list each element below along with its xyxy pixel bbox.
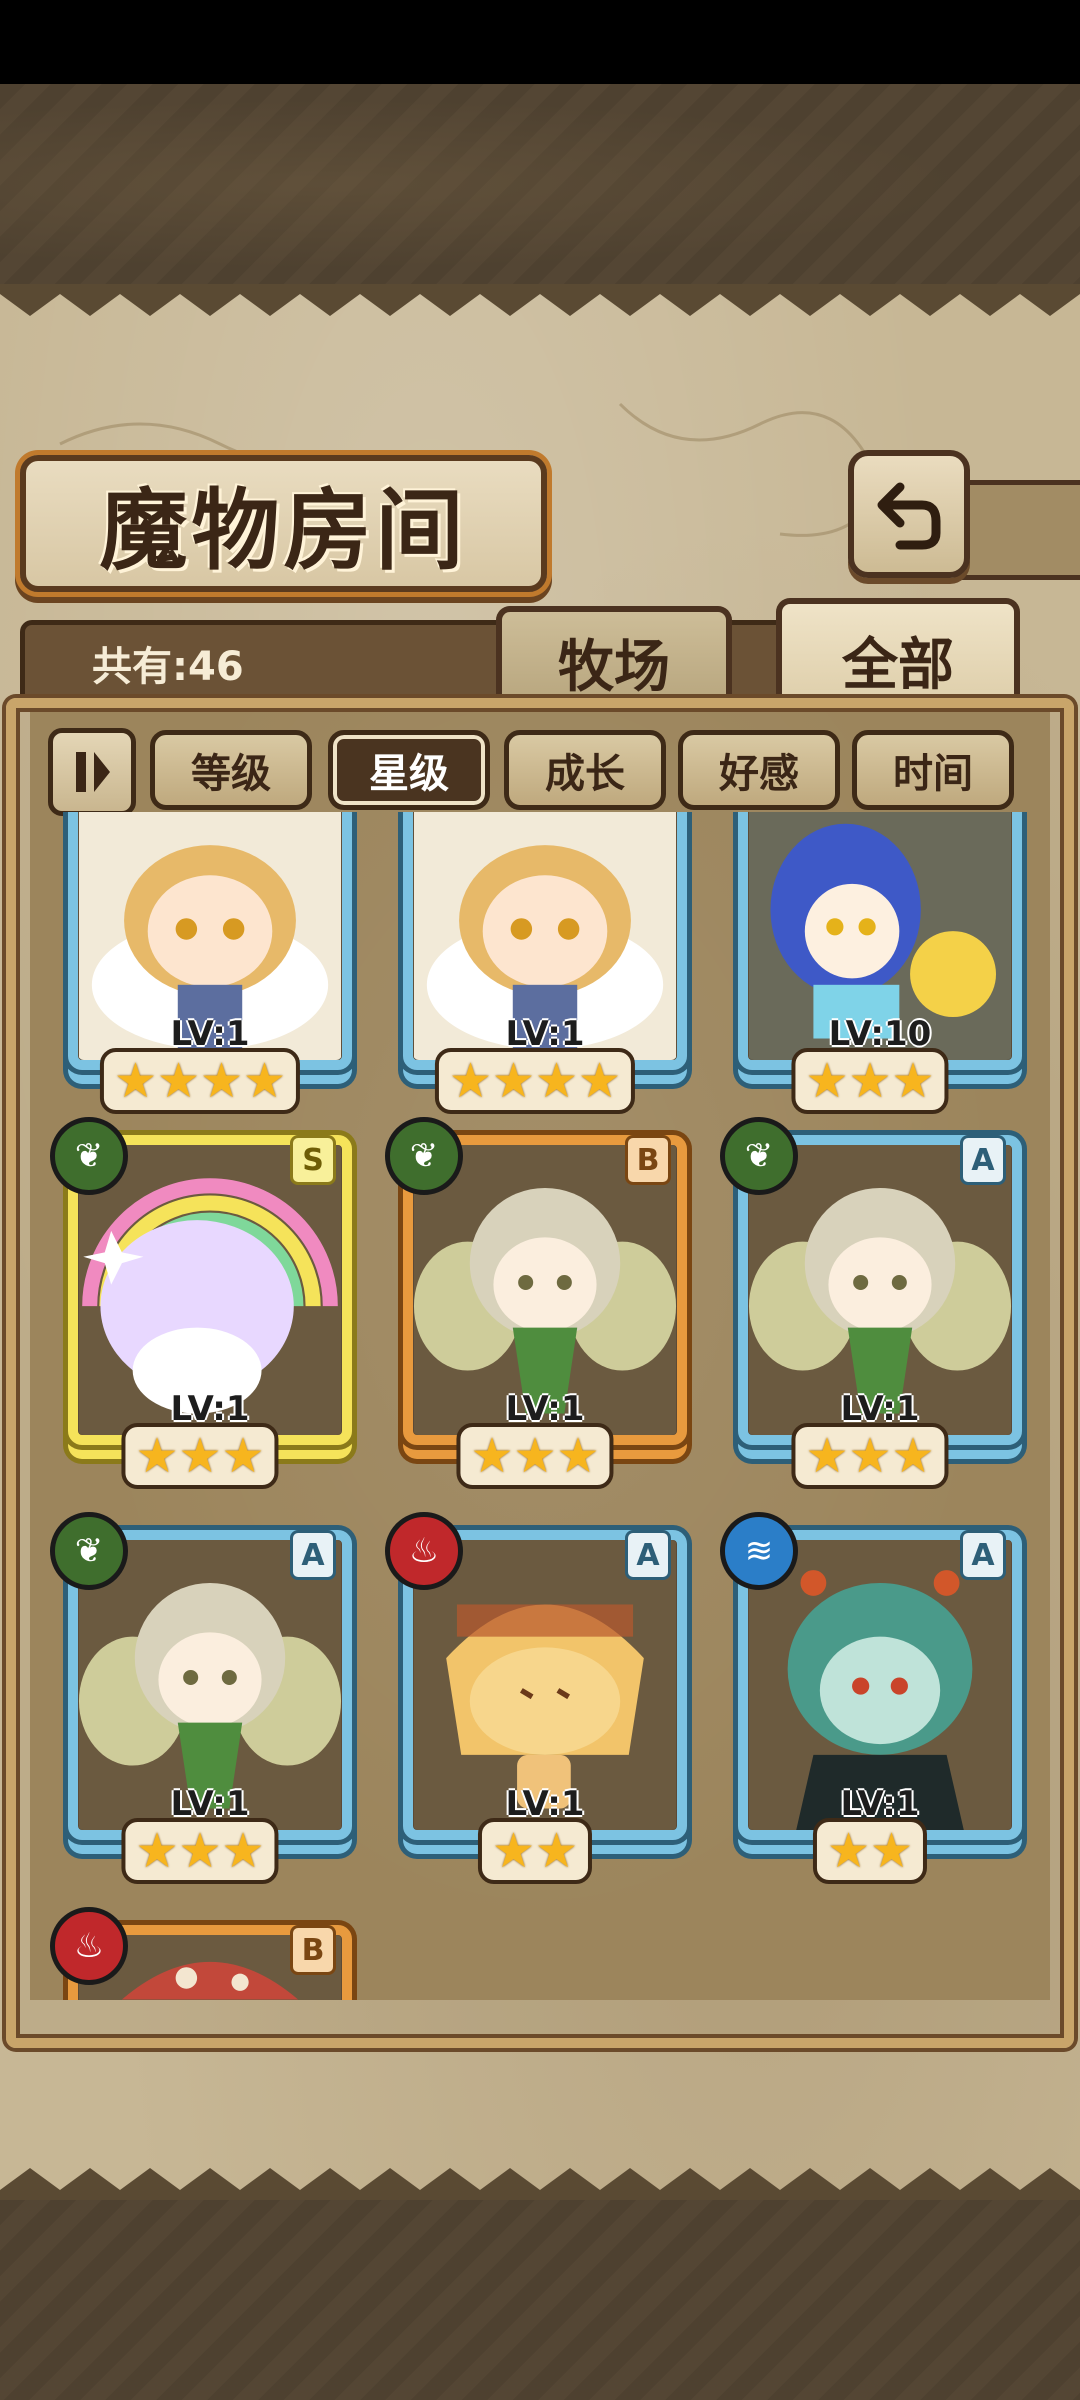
sort-level-label: 等级 xyxy=(191,751,271,797)
sort-time-label: 时间 xyxy=(893,751,973,797)
rank-badge: A xyxy=(625,1530,671,1580)
star-rating: ★★★★ xyxy=(434,1048,636,1114)
return-arrow-icon xyxy=(877,482,941,550)
monster-card[interactable]: LV:1 ❦ S ★★★ xyxy=(50,1117,352,1497)
sort-order-toggle[interactable] xyxy=(48,728,136,816)
wood-element-icon: ❦ xyxy=(385,1117,463,1195)
map-background-bottom xyxy=(0,2200,1080,2400)
monster-card[interactable]: LV:1 ★★★★ xyxy=(385,812,687,1122)
tab-all-label: 全部 xyxy=(842,631,954,698)
star-rating: ★★★ xyxy=(791,1423,949,1489)
sort-growth-label: 成长 xyxy=(545,751,625,797)
monster-card[interactable]: LV:1 ❦ B ★★★ xyxy=(385,1117,687,1497)
monster-count: 共有:46 xyxy=(92,644,244,690)
monster-card[interactable]: LV:1 ❦ A ★★★ xyxy=(720,1117,1022,1497)
fire-element-icon: ♨ xyxy=(50,1907,128,1985)
monster-card[interactable]: LV:1 ♨ A ★★ xyxy=(385,1512,687,1892)
back-button[interactable] xyxy=(848,450,970,578)
card-frame: LV:1 xyxy=(68,812,352,1070)
star-rating: ★★★ xyxy=(121,1423,279,1489)
card-frame: LV:1 xyxy=(403,812,687,1070)
star-rating: ★★ xyxy=(812,1818,928,1884)
monster-card[interactable]: LV:1 ≋ A ★★ xyxy=(720,1512,1022,1892)
page-title: 魔物房间 xyxy=(99,478,468,582)
monster-grid: LV:1 ★★★★ LV:1 ★★★★ LV:10 ★★★ LV:1 ❦ S ★… xyxy=(30,812,1050,2000)
rank-badge: B xyxy=(290,1925,336,1975)
star-rating: ★★★ xyxy=(791,1048,949,1114)
monster-card[interactable]: LV:1 ★★★★ xyxy=(50,812,352,1122)
monster-card[interactable]: ♨ B xyxy=(50,1907,352,2000)
monster-card[interactable]: LV:1 ❦ A ★★★ xyxy=(50,1512,352,1892)
wood-element-icon: ❦ xyxy=(50,1117,128,1195)
rank-badge: S xyxy=(290,1135,336,1185)
star-rating: ★★★ xyxy=(456,1423,614,1489)
card-frame: LV:10 xyxy=(738,812,1022,1070)
status-bar xyxy=(0,0,1080,84)
title-plate: 魔物房间 xyxy=(20,455,547,592)
sort-level-button[interactable]: 等级 xyxy=(150,730,312,810)
star-rating: ★★★ xyxy=(121,1818,279,1884)
sort-affection-button[interactable]: 好感 xyxy=(678,730,840,810)
sort-star-button[interactable]: 星级 xyxy=(328,730,490,810)
sort-growth-button[interactable]: 成长 xyxy=(504,730,666,810)
wood-element-icon: ❦ xyxy=(720,1117,798,1195)
wood-element-icon: ❦ xyxy=(50,1512,128,1590)
rank-badge: A xyxy=(960,1135,1006,1185)
star-rating: ★★★★ xyxy=(99,1048,301,1114)
star-rating: ★★ xyxy=(477,1818,593,1884)
monster-card[interactable]: LV:10 ★★★ xyxy=(720,812,1022,1122)
water-element-icon: ≋ xyxy=(720,1512,798,1590)
pause-icon xyxy=(76,752,110,792)
sort-star-label: 星级 xyxy=(369,751,449,797)
sort-affection-label: 好感 xyxy=(719,751,799,797)
sort-time-button[interactable]: 时间 xyxy=(852,730,1014,810)
fire-element-icon: ♨ xyxy=(385,1512,463,1590)
rank-badge: B xyxy=(625,1135,671,1185)
rank-badge: A xyxy=(960,1530,1006,1580)
map-background-top xyxy=(0,84,1080,284)
tab-ranch-label: 牧场 xyxy=(558,633,670,700)
rank-badge: A xyxy=(290,1530,336,1580)
tab-ranch[interactable]: 牧场 xyxy=(496,606,732,712)
